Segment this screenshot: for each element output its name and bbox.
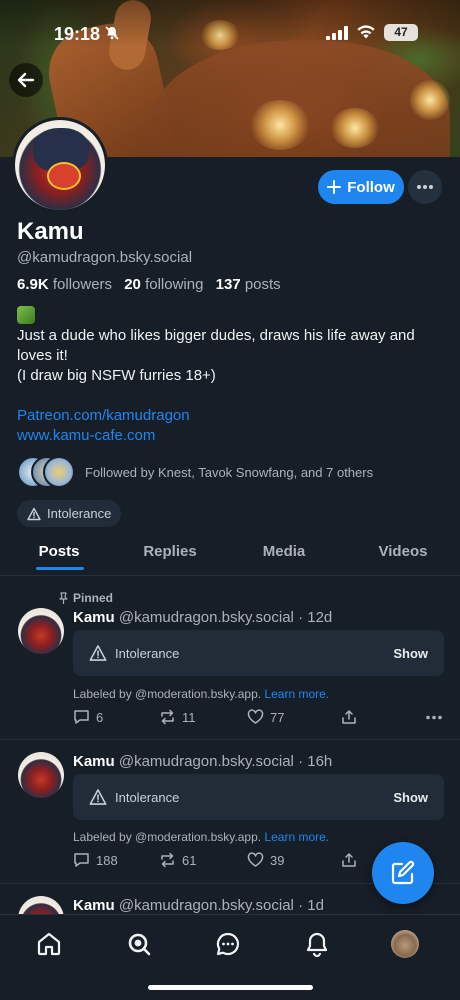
learn-more-link[interactable]: Learn more. [264,687,329,701]
post-header: Kamu @kamudragon.bsky.social · 12d [73,609,332,626]
post-age: · 1d [298,897,324,914]
chat-icon [216,932,240,956]
show-button[interactable]: Show [393,646,428,661]
tab-replies[interactable]: Replies [118,534,222,575]
home-icon [37,932,61,956]
plus-icon [327,180,342,194]
ellipsis-icon [426,715,442,719]
followed-by-text: Followed by Knest, Tavok Snowfang, and 7… [85,464,374,480]
bio-link-patreon[interactable]: Patreon.com/kamudragon [17,406,447,426]
share-icon [342,710,356,724]
post-author[interactable]: Kamu [73,897,115,914]
post-age: · 12d [298,609,333,626]
pinned-indicator: Pinned [58,591,113,605]
warning-triangle-icon [27,507,41,520]
post-author[interactable]: Kamu [73,753,115,770]
feed-post[interactable]: Pinned Kamu @kamudragon.bsky.social · 12… [0,577,460,740]
posts-stat: 137 posts [215,276,281,293]
battery-indicator: 47 [384,24,418,41]
heart-icon [247,709,264,724]
profile-name: Kamu [17,218,84,245]
post-age: · 16h [298,753,333,770]
bio-line: Just a dude who likes bigger dudes, draw… [17,327,415,364]
post-handle: @kamudragon.bsky.social [118,753,294,770]
share-icon [342,853,356,867]
post-avatar[interactable] [18,608,64,654]
silent-bell-icon [105,26,119,40]
follow-button[interactable]: Follow [318,170,404,204]
content-warning[interactable]: Intolerance Show [73,774,444,820]
warning-triangle-icon [89,645,107,661]
compose-icon [391,860,415,885]
follower-avatars [17,456,75,488]
arrow-left-icon [17,72,35,88]
post-header: Kamu @kamudragon.bsky.social · 1d [73,897,324,914]
bio-line: (I draw big NSFW furries 18+) [17,367,216,384]
share-button[interactable] [341,709,419,725]
nav-notifications[interactable] [302,929,332,959]
bell-icon [306,932,328,957]
profile-tabs: Posts Replies Media Videos [0,534,460,576]
nav-home[interactable] [34,929,64,959]
tab-media[interactable]: Media [222,534,346,575]
labeled-by-text: Labeled by @moderation.bsky.app. Learn m… [73,830,330,844]
followed-by-row[interactable]: Followed by Knest, Tavok Snowfang, and 7… [17,456,373,488]
bio-link-website[interactable]: www.kamu-cafe.com [17,426,447,446]
show-button[interactable]: Show [393,790,428,805]
following-stat[interactable]: 20 following [124,276,203,293]
repost-icon [161,709,174,725]
labeled-by-text: Labeled by @moderation.bsky.app. Learn m… [73,687,330,701]
like-button[interactable]: 39 [247,852,341,868]
post-handle: @kamudragon.bsky.social [118,897,294,914]
signal-icon [326,26,348,40]
warning-triangle-icon [89,789,107,805]
status-bar: 19:18 47 [0,0,460,66]
back-button[interactable] [9,63,43,97]
learn-more-link[interactable]: Learn more. [264,830,329,844]
nav-profile[interactable] [390,929,420,959]
profile-stats: 6.9K followers 20 following 137 posts [17,276,289,293]
label-chip-text: Intolerance [47,506,112,521]
wifi-icon [357,25,375,39]
lizard-emoji-icon [17,306,35,324]
profile-avatar[interactable] [12,117,108,213]
post-more-button[interactable] [425,715,443,720]
repost-button[interactable]: 11 [159,709,247,725]
followers-stat[interactable]: 6.9K followers [17,276,112,293]
profile-handle: @kamudragon.bsky.social [17,249,193,266]
moderation-label-chip[interactable]: Intolerance [17,500,122,527]
like-button[interactable]: 77 [247,709,341,725]
profile-avatar-small [391,930,419,958]
post-actions: 6 11 77 [73,707,443,727]
reply-button[interactable]: 6 [73,709,159,725]
nav-chat[interactable] [213,929,243,959]
nav-search[interactable] [124,929,154,959]
reply-button[interactable]: 188 [73,852,159,868]
compose-button[interactable] [372,842,434,904]
warning-label: Intolerance [115,789,180,805]
repost-icon [161,852,174,868]
search-icon [128,933,151,956]
pin-icon [59,592,68,604]
speech-bubble-icon [74,853,89,867]
tab-posts[interactable]: Posts [0,534,118,575]
post-header: Kamu @kamudragon.bsky.social · 16h [73,753,332,770]
follow-label: Follow [347,178,395,196]
ellipsis-icon [417,185,433,189]
warning-label: Intolerance [115,645,180,661]
tab-videos[interactable]: Videos [346,534,460,575]
post-avatar[interactable] [18,896,64,914]
more-options-button[interactable] [408,170,442,204]
post-author[interactable]: Kamu [73,609,115,626]
post-handle: @kamudragon.bsky.social [118,609,294,626]
status-time: 19:18 [54,24,101,44]
repost-button[interactable]: 61 [159,852,247,868]
heart-icon [247,852,264,867]
post-avatar[interactable] [18,752,64,798]
speech-bubble-icon [74,710,89,724]
home-indicator [148,985,313,990]
profile-bio: Just a dude who likes bigger dudes, draw… [17,306,447,446]
content-warning[interactable]: Intolerance Show [73,630,444,676]
